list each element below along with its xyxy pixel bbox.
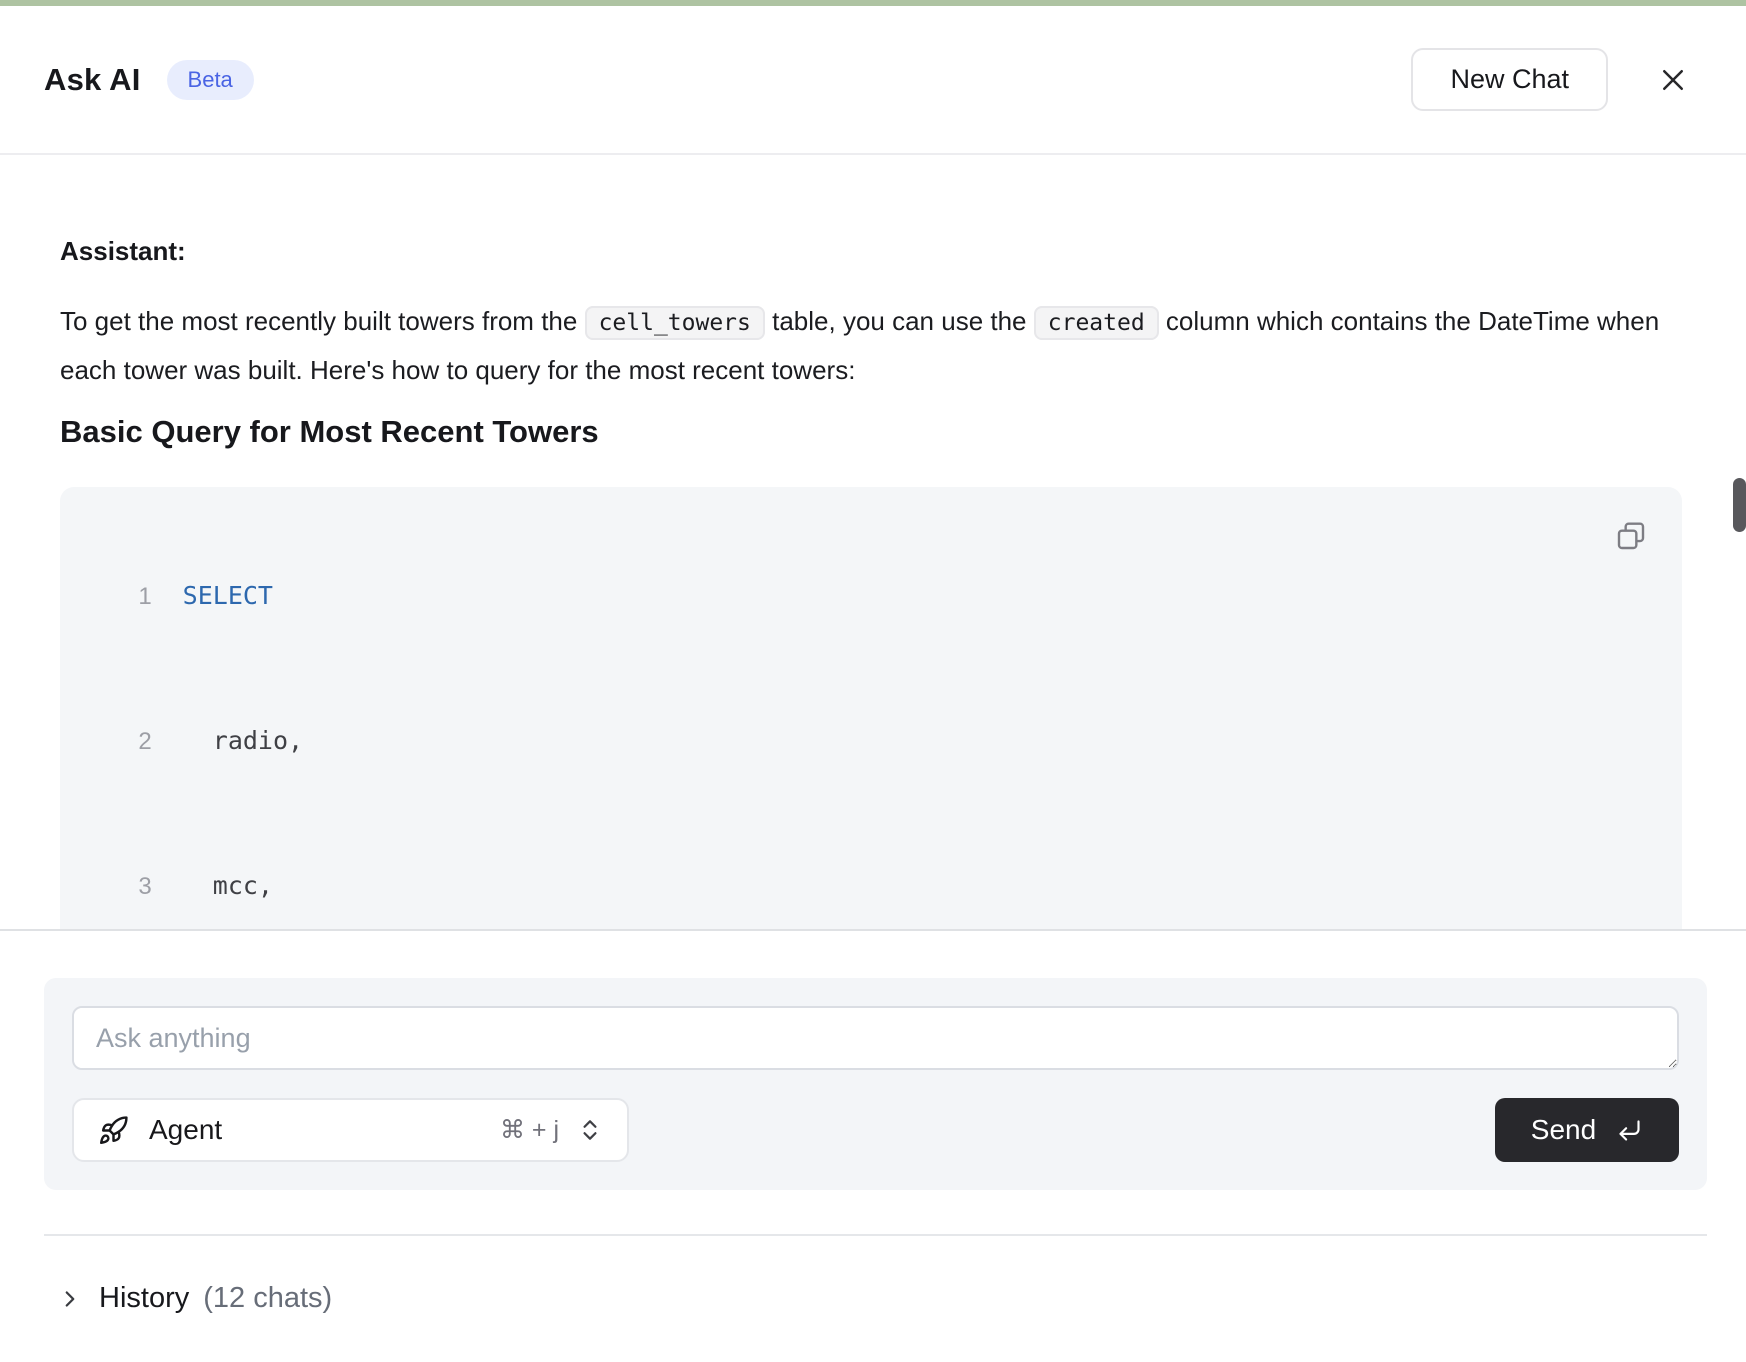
agent-mode-label: Agent (149, 1114, 222, 1146)
ask-ai-header: Ask AI Beta New Chat (0, 6, 1746, 155)
chat-message-area: Assistant: To get the most recently buil… (0, 155, 1746, 929)
paragraph-text: To get the most recently built towers fr… (60, 306, 585, 336)
assistant-role-label: Assistant: (60, 236, 1686, 267)
history-count: (12 chats) (203, 1282, 332, 1315)
copy-code-button[interactable] (1615, 520, 1647, 552)
agent-mode-select[interactable]: Agent ⌘ + j (72, 1098, 629, 1162)
history-label: History (99, 1282, 189, 1315)
composer-controls-row: Agent ⌘ + j Send (72, 1098, 1679, 1162)
composer-section: Agent ⌘ + j Send (0, 931, 1746, 1236)
section-heading: Basic Query for Most Recent Towers (60, 412, 1686, 451)
composer-container: Agent ⌘ + j Send (44, 978, 1707, 1190)
inline-code-created: created (1034, 306, 1159, 340)
history-toggle[interactable]: History (12 chats) (0, 1282, 1746, 1315)
rocket-icon (98, 1115, 129, 1146)
line-number: 2 (87, 718, 152, 765)
assistant-paragraph: To get the most recently built towers fr… (60, 298, 1660, 394)
send-button-label: Send (1531, 1114, 1596, 1146)
line-number: 1 (87, 573, 152, 620)
chevron-right-icon (57, 1286, 83, 1312)
code-line: 3 mcc, (60, 815, 1682, 929)
scrollbar-thumb[interactable] (1733, 478, 1746, 532)
line-number: 3 (87, 863, 152, 910)
close-button[interactable] (1656, 63, 1690, 97)
bottom-divider (44, 1234, 1707, 1236)
page-title: Ask AI (44, 62, 141, 98)
sql-code-block: 1SELECT 2 radio, 3 mcc, 4 net, 5 area, 6… (60, 487, 1682, 929)
close-icon (1658, 65, 1688, 95)
copy-icon (1615, 520, 1647, 552)
beta-badge: Beta (167, 60, 254, 100)
return-icon (1616, 1117, 1643, 1144)
inline-code-cell-towers: cell_towers (585, 306, 765, 340)
chevrons-up-down-icon (577, 1117, 603, 1143)
code-line: 2 radio, (60, 670, 1682, 815)
new-chat-button[interactable]: New Chat (1411, 48, 1608, 111)
code-line: 1SELECT (60, 525, 1682, 670)
agent-shortcut-hint: ⌘ + j (500, 1115, 559, 1145)
ask-input[interactable] (72, 1006, 1679, 1070)
paragraph-text: table, you can use the (765, 306, 1034, 336)
send-button[interactable]: Send (1495, 1098, 1679, 1162)
